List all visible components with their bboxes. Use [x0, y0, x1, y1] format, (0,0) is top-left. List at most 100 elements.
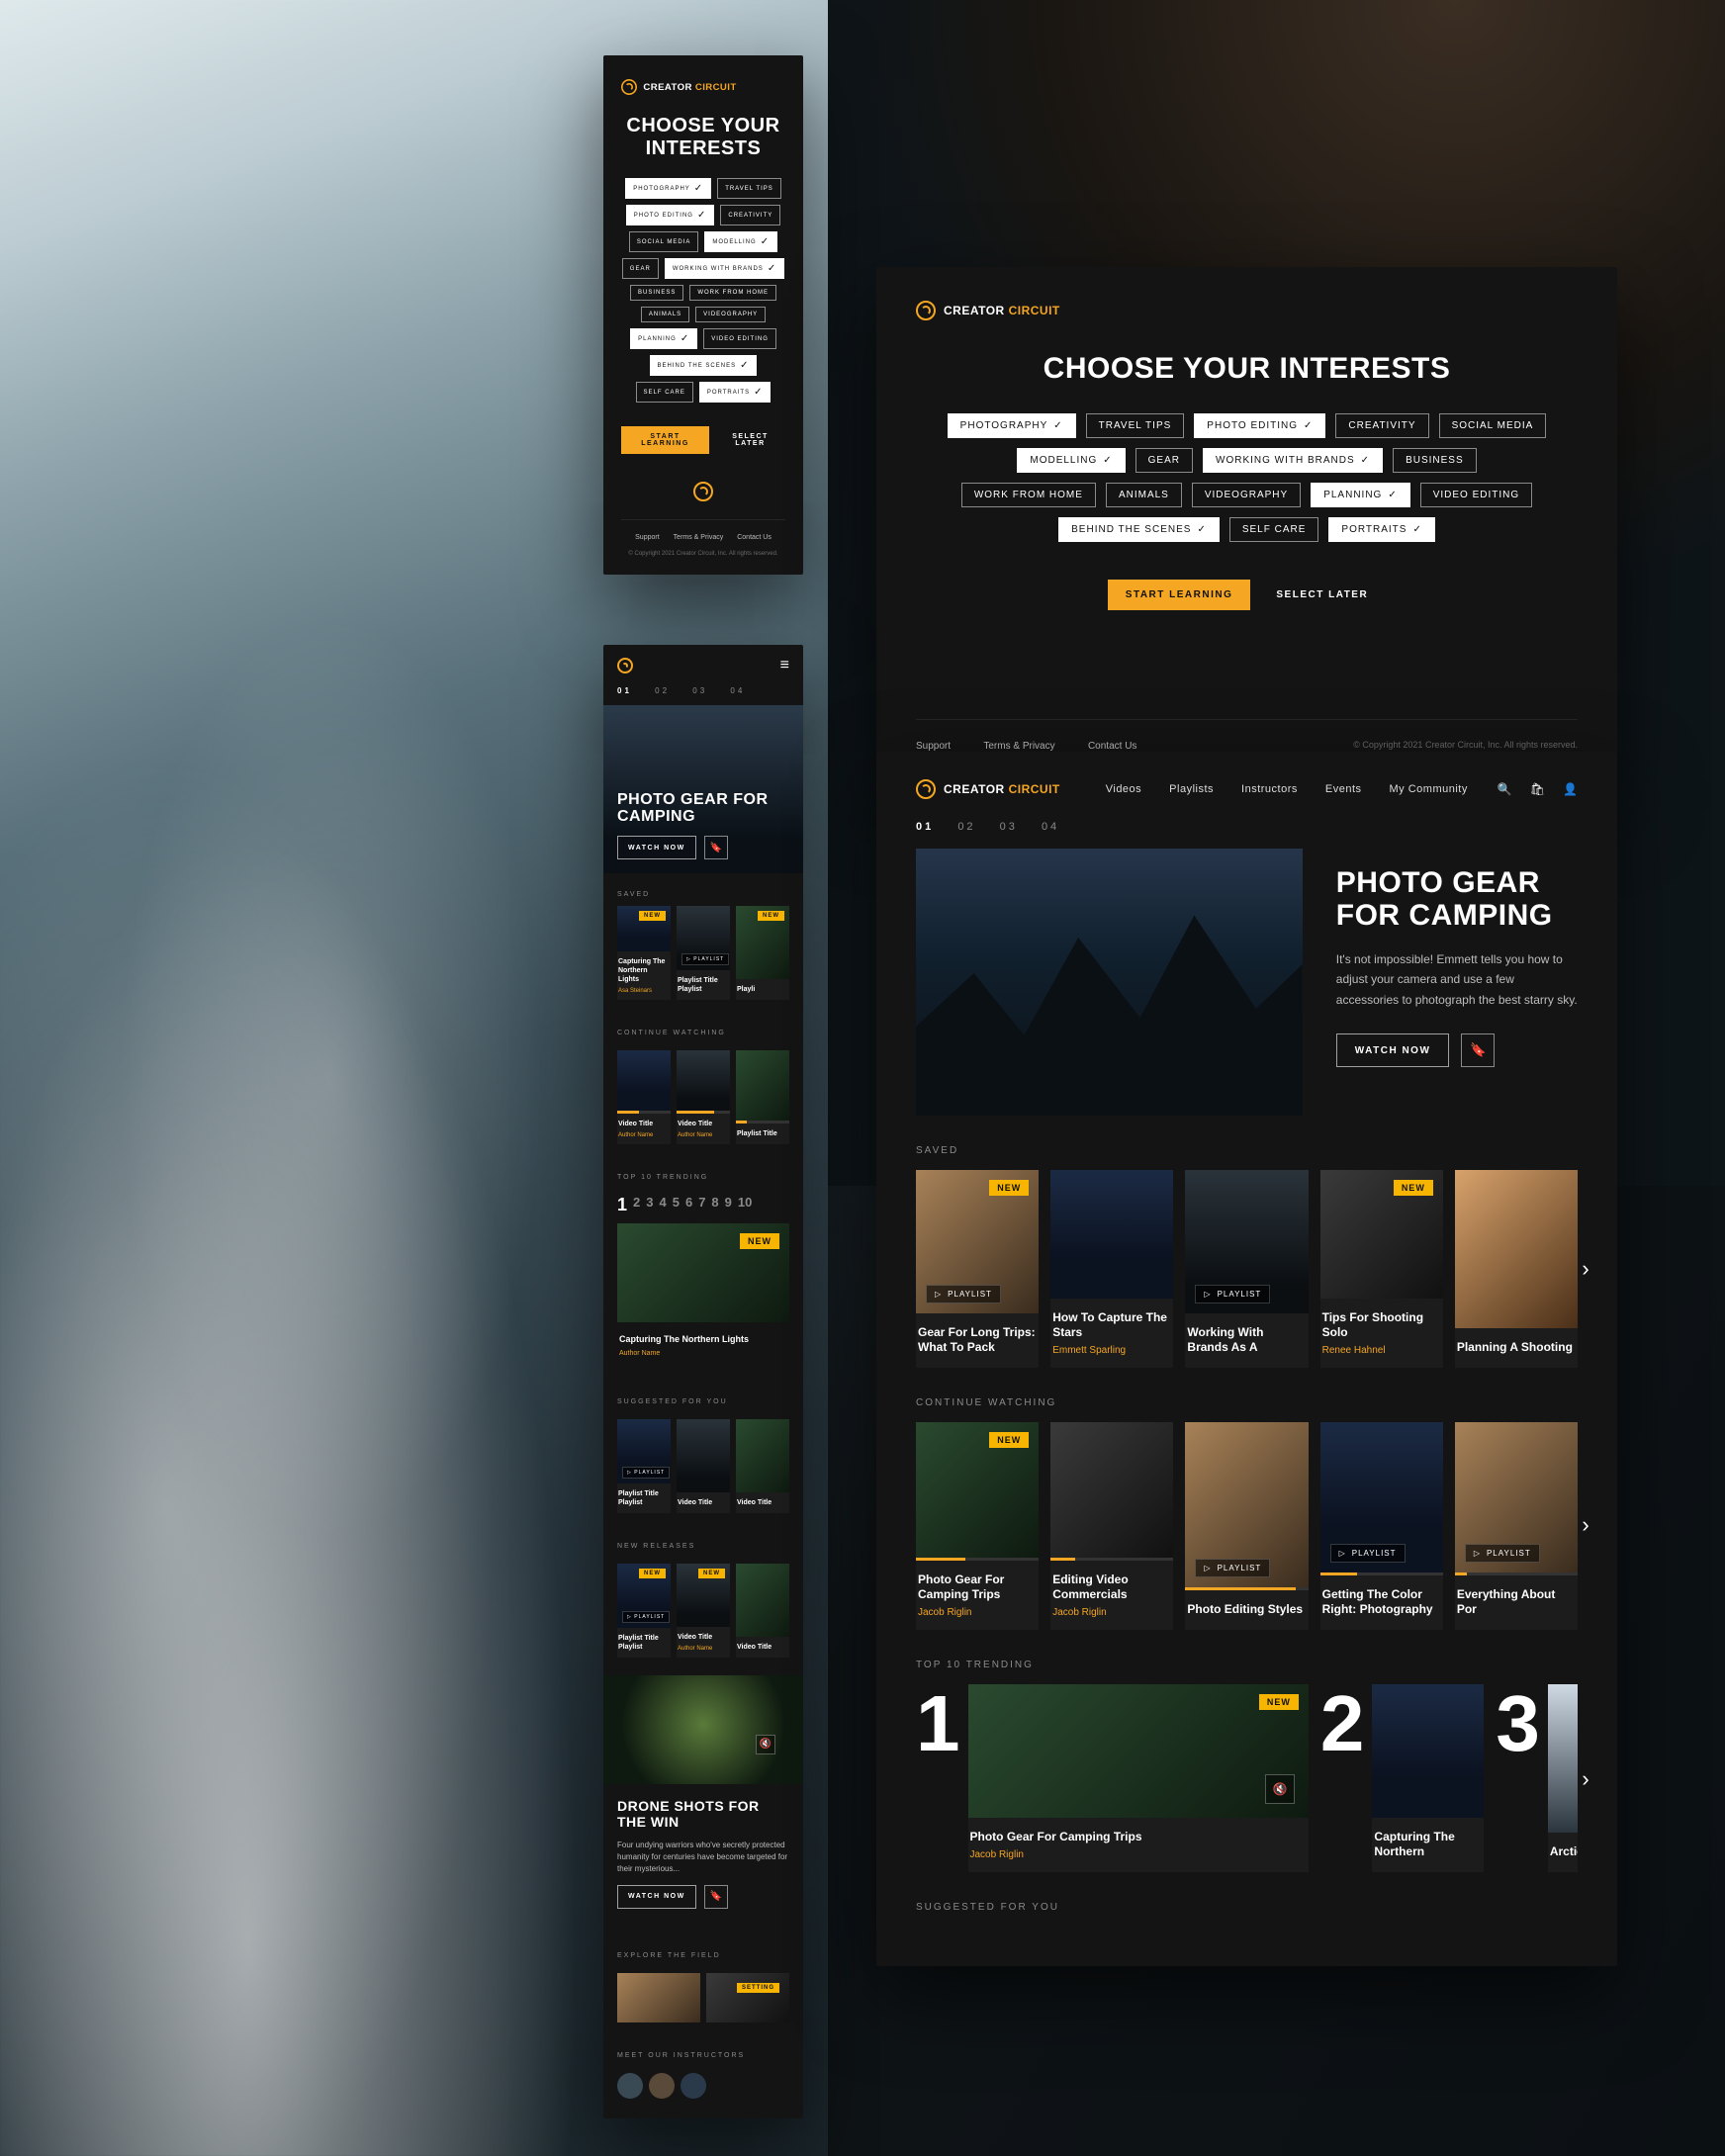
- watch-now-button[interactable]: WATCH NOW: [1336, 1033, 1450, 1067]
- mini-card[interactable]: ▷ PLAYLIST Playlist Title Playlist: [617, 1419, 671, 1513]
- mini-card[interactable]: Video Title: [677, 1419, 730, 1513]
- interest-tag[interactable]: VIDEOGRAPHY: [695, 307, 766, 322]
- footer-link[interactable]: Support: [916, 741, 951, 752]
- logo[interactable]: CREATOR CIRCUIT: [916, 779, 1060, 799]
- interest-tag[interactable]: MODELLING✓: [1017, 448, 1125, 473]
- mini-card[interactable]: NEW Playli: [736, 906, 789, 1000]
- nav-instructors[interactable]: Instructors: [1241, 783, 1298, 795]
- interest-tag[interactable]: VIDEO EDITING: [703, 328, 776, 349]
- explore-card[interactable]: SETTING: [706, 1973, 789, 2022]
- saved-card[interactable]: NEW ▷PLAYLIST Gear For Long Trips: What …: [916, 1170, 1039, 1368]
- saved-card[interactable]: Planning A Shooting: [1455, 1170, 1578, 1368]
- mute-icon[interactable]: 🔇: [756, 1735, 775, 1754]
- start-learning-button[interactable]: START LEARNING: [621, 426, 709, 454]
- mini-card[interactable]: Video Title: [736, 1564, 789, 1658]
- interest-tag[interactable]: GEAR: [1135, 448, 1193, 473]
- interest-tag[interactable]: SELF CARE: [1229, 517, 1319, 542]
- rank-number[interactable]: 8: [711, 1195, 718, 1215]
- interest-tag[interactable]: MODELLING✓: [704, 231, 777, 252]
- avatar[interactable]: [681, 2073, 706, 2099]
- hamburger-icon[interactable]: ≡: [780, 657, 789, 674]
- avatar[interactable]: [617, 2073, 643, 2099]
- bookmark-icon[interactable]: 🔖: [704, 836, 728, 859]
- mini-card[interactable]: Playlist Title: [736, 1050, 789, 1144]
- saved-card[interactable]: ▷PLAYLIST Working With Brands As A: [1185, 1170, 1308, 1368]
- rank-number[interactable]: 6: [685, 1195, 692, 1215]
- search-icon[interactable]: 🔍: [1498, 782, 1512, 796]
- interest-tag[interactable]: TRAVEL TIPS: [1086, 413, 1185, 438]
- mini-card[interactable]: NEW ▷ PLAYLIST Playlist Title Playlist: [617, 1564, 671, 1658]
- continue-card[interactable]: ▷PLAYLIST Everything About Por: [1455, 1422, 1578, 1630]
- interest-tag[interactable]: TRAVEL TIPS: [717, 178, 781, 199]
- interest-tag[interactable]: VIDEO EDITING: [1420, 483, 1532, 507]
- logo-icon[interactable]: [617, 658, 633, 674]
- carousel-next-icon[interactable]: ›: [1566, 1249, 1605, 1289]
- interest-tag[interactable]: CREATIVITY: [720, 205, 780, 225]
- start-learning-button[interactable]: START LEARNING: [1108, 580, 1251, 610]
- interest-tag[interactable]: BUSINESS: [630, 285, 683, 301]
- tab-01[interactable]: 01: [916, 821, 934, 833]
- nav-playlists[interactable]: Playlists: [1169, 783, 1214, 795]
- nav-events[interactable]: Events: [1325, 783, 1362, 795]
- carousel-next-icon[interactable]: ›: [1566, 1505, 1605, 1545]
- continue-card[interactable]: NEW Photo Gear For Camping Trips Jacob R…: [916, 1422, 1039, 1630]
- bookmark-icon[interactable]: 🔖: [1461, 1033, 1495, 1067]
- profile-icon[interactable]: 👤: [1563, 782, 1578, 796]
- carousel-next-icon[interactable]: ›: [1566, 1759, 1605, 1799]
- saved-card[interactable]: NEW Tips For Shooting SoloRenee Hahnel: [1320, 1170, 1443, 1368]
- select-later-button[interactable]: SELECT LATER: [715, 426, 785, 454]
- select-later-button[interactable]: SELECT LATER: [1258, 580, 1386, 610]
- trending-card[interactable]: NEW: [617, 1223, 789, 1322]
- rank-number[interactable]: 2: [633, 1195, 640, 1215]
- interest-tag[interactable]: PLANNING✓: [630, 328, 697, 349]
- tab-03[interactable]: 03: [1000, 821, 1018, 833]
- footer-link[interactable]: Terms & Privacy: [674, 534, 724, 541]
- tab-04[interactable]: 04: [1042, 821, 1059, 833]
- interest-tag[interactable]: PORTRAITS✓: [1328, 517, 1434, 542]
- continue-card[interactable]: Editing Video Commercials Jacob Riglin: [1050, 1422, 1173, 1630]
- interest-tag[interactable]: SOCIAL MEDIA: [1439, 413, 1547, 438]
- bookmark-icon[interactable]: 🔖: [704, 1885, 728, 1909]
- tab-02[interactable]: 02: [655, 686, 670, 695]
- interest-tag[interactable]: BEHIND THE SCENES✓: [650, 355, 758, 376]
- rank-number[interactable]: 7: [698, 1195, 705, 1215]
- mini-card[interactable]: NEW Video TitleAuthor Name: [677, 1564, 730, 1658]
- interest-tag[interactable]: WORKING WITH BRANDS✓: [665, 258, 784, 279]
- saved-card[interactable]: How To Capture The StarsEmmett Sparling: [1050, 1170, 1173, 1368]
- rank-number[interactable]: 3: [646, 1195, 653, 1215]
- interest-tag[interactable]: PHOTOGRAPHY✓: [625, 178, 711, 199]
- mini-card[interactable]: NEW Capturing The Northern LightsAsa Ste…: [617, 906, 671, 1000]
- rank-number[interactable]: 9: [725, 1195, 732, 1215]
- interest-tag[interactable]: PHOTO EDITING✓: [1194, 413, 1325, 438]
- tab-04[interactable]: 04: [730, 686, 745, 695]
- mini-card[interactable]: Video TitleAuthor Name: [677, 1050, 730, 1144]
- watch-now-button[interactable]: WATCH NOW: [617, 836, 696, 859]
- footer-link[interactable]: Support: [635, 534, 660, 541]
- interest-tag[interactable]: GEAR: [622, 258, 659, 279]
- rank-number[interactable]: 5: [673, 1195, 680, 1215]
- interest-tag[interactable]: WORK FROM HOME: [689, 285, 776, 301]
- watch-now-button[interactable]: WATCH NOW: [617, 1885, 696, 1909]
- continue-card[interactable]: ▷PLAYLIST Photo Editing Styles: [1185, 1422, 1308, 1630]
- interest-tag[interactable]: ANIMALS: [641, 307, 689, 322]
- footer-link[interactable]: Contact Us: [737, 534, 772, 541]
- footer-link[interactable]: Contact Us: [1088, 741, 1136, 752]
- trending-card[interactable]: NEW 🔇 Photo Gear For Camping Trips Jacob…: [968, 1684, 1309, 1872]
- mute-icon[interactable]: 🔇: [1265, 1774, 1295, 1804]
- trending-card[interactable]: Capturing The Northern: [1372, 1684, 1484, 1872]
- explore-card[interactable]: [617, 1973, 700, 2022]
- interest-tag[interactable]: PHOTOGRAPHY✓: [948, 413, 1076, 438]
- rank-number[interactable]: 4: [659, 1195, 666, 1215]
- footer-link[interactable]: Terms & Privacy: [983, 741, 1054, 752]
- interest-tag[interactable]: ANIMALS: [1106, 483, 1182, 507]
- interest-tag[interactable]: WORKING WITH BRANDS✓: [1203, 448, 1383, 473]
- rank-number[interactable]: 10: [738, 1195, 752, 1215]
- mini-card[interactable]: ▷ PLAYLIST Playlist Title Playlist: [677, 906, 730, 1000]
- interest-tag[interactable]: BEHIND THE SCENES✓: [1058, 517, 1220, 542]
- avatar[interactable]: [649, 2073, 675, 2099]
- interest-tag[interactable]: PLANNING✓: [1311, 483, 1410, 507]
- bag-icon[interactable]: 🛍: [1530, 782, 1545, 796]
- nav-community[interactable]: My Community: [1390, 783, 1468, 795]
- interest-tag[interactable]: CREATIVITY: [1335, 413, 1428, 438]
- tab-03[interactable]: 03: [692, 686, 707, 695]
